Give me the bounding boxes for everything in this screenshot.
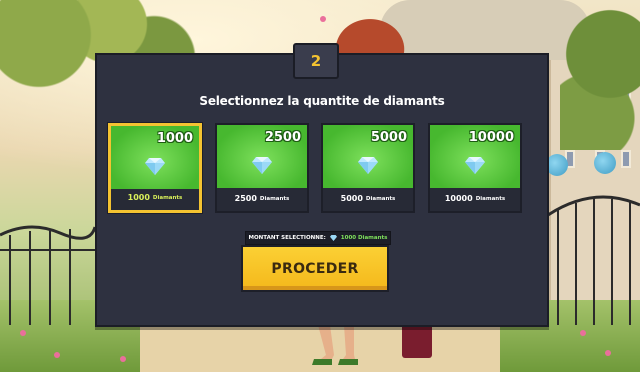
card-amount: 5000 [370, 130, 407, 145]
card-amount: 2500 [264, 130, 301, 145]
card-amount: 1000 [156, 131, 193, 146]
flower [20, 330, 26, 336]
character-head [330, 14, 410, 58]
flower [320, 16, 326, 22]
card-label-unit: Diamants [259, 195, 290, 202]
card-image: 2500 [217, 125, 307, 188]
card-label-unit: Diamants [475, 195, 506, 202]
card-label: 2500 Diamants [217, 186, 307, 211]
selected-amount-label: MONTANT SELECTIONNE: [248, 235, 326, 241]
flower [120, 356, 126, 362]
card-label-number: 2500 [234, 194, 257, 203]
diamond-icon [252, 157, 272, 174]
card-amount: 10000 [468, 130, 514, 145]
package-card-10000[interactable]: 10000 10000 Diamants [428, 123, 522, 213]
card-image: 10000 [430, 125, 520, 188]
step-badge: 2 [293, 43, 339, 79]
iron-fence-right [548, 195, 640, 325]
card-label: 1000 Diamants [111, 185, 199, 210]
window [621, 150, 631, 168]
card-label-number: 5000 [340, 194, 363, 203]
flower [580, 330, 586, 336]
tree-foliage [560, 0, 640, 150]
package-card-2500[interactable]: 2500 2500 Diamants [215, 123, 309, 213]
card-label-unit: Diamants [152, 194, 183, 201]
card-image: 5000 [323, 125, 413, 188]
diamond-icon [329, 235, 337, 241]
step-number: 2 [310, 52, 322, 70]
card-image: 1000 [111, 126, 199, 189]
card-label: 10000 Diamants [430, 186, 520, 211]
card-label: 5000 Diamants [323, 186, 413, 211]
bluebird [594, 152, 616, 174]
package-card-5000[interactable]: 5000 5000 Diamants [321, 123, 415, 213]
card-label-number: 10000 [444, 194, 473, 203]
castle-roof [380, 0, 590, 60]
iron-fence-left [0, 225, 95, 325]
selected-amount-bar: MONTANT SELECTIONNE: 1000 Diamants [245, 231, 391, 245]
suitcase [402, 324, 432, 358]
proceed-button[interactable]: PROCEDER [241, 245, 389, 292]
card-label-unit: Diamants [365, 195, 396, 202]
bluebird [546, 154, 568, 176]
flower [605, 350, 611, 356]
flower [54, 352, 60, 358]
selected-amount-value: 1000 Diamants [340, 235, 388, 241]
proceed-button-label: PROCEDER [271, 260, 359, 277]
diamond-icon [465, 157, 485, 174]
character-legs [312, 325, 358, 365]
panel-title: Selectionnez la quantite de diamants [199, 94, 445, 108]
package-card-1000[interactable]: 1000 1000 Diamants [108, 123, 202, 213]
diamond-icon [358, 157, 378, 174]
diamond-icon [145, 158, 165, 175]
card-label-number: 1000 [127, 193, 150, 202]
